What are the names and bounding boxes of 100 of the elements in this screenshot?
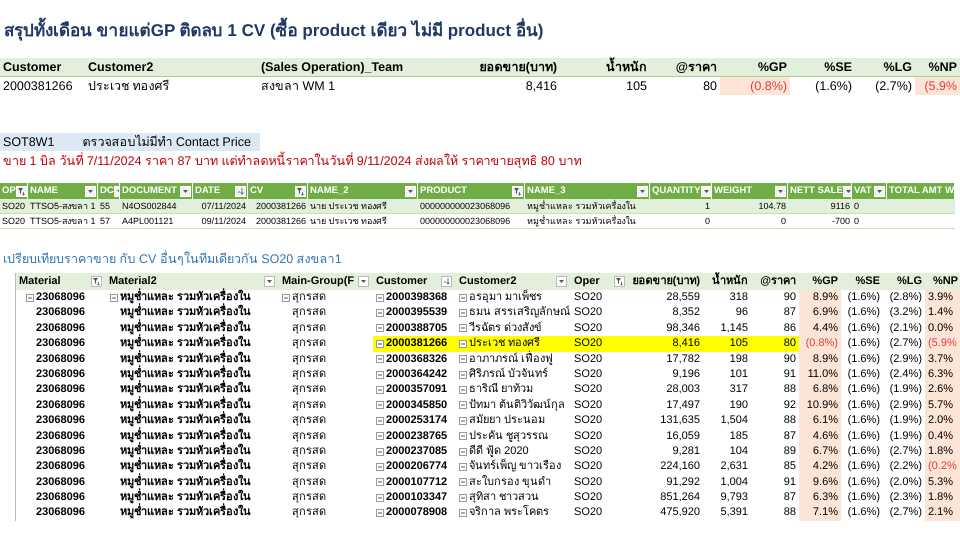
- table-cell: 1.8%: [925, 490, 960, 506]
- table-cell: 07/11/2024: [193, 199, 248, 214]
- table-cell: สุกรสด: [279, 290, 373, 306]
- table-cell-text: (1.6%): [814, 78, 853, 95]
- collapse-icon[interactable]: [26, 294, 34, 302]
- table-cell-text: 86: [782, 320, 797, 336]
- collapse-icon[interactable]: [459, 294, 467, 302]
- collapse-icon[interactable]: [459, 386, 467, 394]
- table-cell-text: (1.6%): [846, 398, 881, 413]
- collapse-icon[interactable]: [110, 294, 118, 302]
- column-label: DC: [100, 184, 114, 198]
- collapse-icon[interactable]: [459, 448, 467, 456]
- collapse-icon[interactable]: [376, 340, 384, 348]
- table-cell-text: 90: [782, 352, 797, 367]
- table-cell-text: สุกรสด: [291, 352, 327, 367]
- table-cell-text: 475,920: [659, 505, 701, 520]
- table-cell-text: SO20: [573, 398, 604, 413]
- collapse-icon[interactable]: [459, 340, 467, 348]
- table-cell-text: 23068096: [35, 305, 86, 320]
- table-cell-text: 190: [728, 398, 749, 413]
- collapse-icon[interactable]: [376, 432, 384, 440]
- table-cell-text: (1.6%): [846, 290, 881, 305]
- collapse-icon[interactable]: [459, 401, 467, 410]
- column-label: CV: [250, 184, 264, 198]
- table-cell-text: 85: [782, 459, 797, 474]
- collapse-icon[interactable]: [459, 370, 467, 379]
- collapse-icon[interactable]: [459, 324, 467, 332]
- table-cell: 2.1%: [925, 505, 960, 521]
- collapse-icon[interactable]: [376, 478, 384, 486]
- table-cell-text: (1.6%): [846, 352, 881, 367]
- table-cell: SO20: [571, 336, 629, 352]
- collapse-icon[interactable]: [376, 401, 384, 410]
- collapse-icon[interactable]: [376, 462, 384, 471]
- table-cell: SO20: [0, 199, 28, 214]
- table-cell: 8,416: [629, 336, 703, 352]
- table-cell: 2000253174: [373, 413, 456, 429]
- table-cell-text: SO20: [573, 382, 604, 398]
- sort-icon[interactable]: [441, 276, 452, 287]
- note-code: SOT8W1: [3, 134, 54, 151]
- collapse-icon[interactable]: [376, 416, 384, 425]
- collapse-icon[interactable]: [459, 432, 467, 440]
- table-cell: 2000398368: [373, 290, 456, 306]
- table-cell: 2000368326: [373, 352, 456, 367]
- table-cell: 6.3%: [799, 490, 841, 506]
- column-label: Main-Group(F: [282, 274, 354, 289]
- collapse-icon[interactable]: [459, 355, 467, 364]
- collapse-icon[interactable]: [459, 478, 467, 486]
- table-cell-text: 23068096: [35, 352, 86, 367]
- collapse-icon[interactable]: [376, 494, 384, 502]
- table-cell-text: 91: [782, 474, 797, 490]
- column-header: %NP: [915, 58, 960, 77]
- table-cell-text: สุกรสด: [291, 398, 327, 413]
- table-cell-text: SO20: [573, 320, 604, 336]
- collapse-icon[interactable]: [459, 494, 467, 502]
- table-cell: 6.8%: [799, 382, 841, 398]
- table-cell: 4.2%: [799, 459, 841, 475]
- table-cell: ประเวช ทองศรี: [456, 336, 571, 352]
- filter-icon[interactable]: [91, 276, 102, 287]
- collapse-icon[interactable]: [376, 448, 384, 456]
- table-cell: 0: [852, 199, 887, 214]
- column-label: %LG: [896, 274, 922, 289]
- table-cell: 105: [703, 336, 751, 352]
- collapse-icon[interactable]: [376, 509, 384, 518]
- collapse-icon[interactable]: [282, 294, 290, 302]
- collapse-icon[interactable]: [376, 294, 384, 302]
- column-label: NAME: [30, 184, 58, 198]
- column-label: Customer2: [459, 274, 516, 289]
- table-cell: 000000000023068096: [418, 199, 525, 214]
- collapse-icon[interactable]: [376, 309, 384, 318]
- table-cell: 7.1%: [799, 505, 841, 521]
- table-cell: 2.0%: [925, 413, 960, 429]
- table-cell-text: (2.7%): [888, 505, 923, 520]
- collapse-icon[interactable]: [376, 355, 384, 364]
- collapse-icon[interactable]: [459, 509, 467, 518]
- table-cell-text: 198: [728, 352, 749, 367]
- collapse-icon[interactable]: [376, 386, 384, 394]
- table-cell-text: SO20: [573, 459, 604, 474]
- table-cell-text: (2.1%): [888, 320, 923, 336]
- table-cell: หมูช่ำแหละ รวมหัวเครื่องใน: [525, 199, 650, 214]
- collapse-icon[interactable]: [376, 324, 384, 332]
- table-cell-text: (1.6%): [846, 505, 881, 520]
- collapse-icon[interactable]: [459, 309, 467, 318]
- table-cell-text: ประเวช ทองศรี: [87, 78, 170, 95]
- collapse-icon[interactable]: [459, 462, 467, 471]
- filter-icon[interactable]: [614, 276, 625, 287]
- table-cell-text: 104: [728, 444, 749, 459]
- column-label: %SE: [856, 274, 880, 289]
- table-cell: 6.3%: [925, 366, 960, 382]
- table-cell-text: สุกรสด: [291, 336, 327, 352]
- collapse-icon[interactable]: [459, 416, 467, 425]
- table-cell-text: 88: [782, 413, 797, 428]
- table-cell: TTSO5-สงขลา 1: [28, 199, 98, 214]
- column-label: ยอดขาย(บาท): [632, 274, 700, 289]
- table-cell-text: (3.2%): [888, 305, 923, 320]
- column-header: %GP: [720, 58, 790, 77]
- column-label: NAME_2: [310, 184, 349, 198]
- collapse-icon[interactable]: [376, 370, 384, 379]
- table-cell-text: 91,292: [665, 474, 701, 490]
- table-cell-text: SO20: [573, 352, 604, 367]
- table-cell: 5.7%: [925, 398, 960, 414]
